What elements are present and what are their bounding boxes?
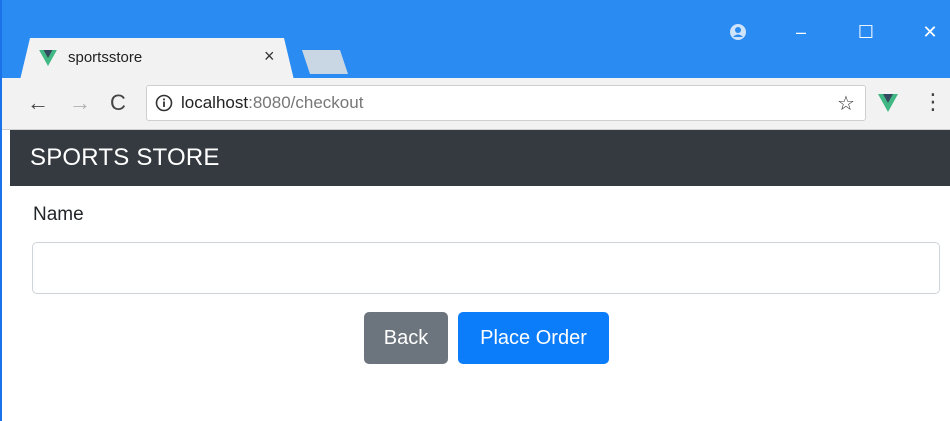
brand-title: SPORTS STORE [30,144,220,171]
back-button[interactable]: Back [364,312,448,364]
name-input[interactable] [32,242,940,294]
kebab-menu-icon[interactable]: ⋮ [922,89,944,115]
url-path: :8080/checkout [248,93,364,112]
browser-tab-sportsstore[interactable]: sportsstore × [20,38,294,80]
close-window-button[interactable]: ✕ [918,20,942,44]
url-host: localhost [181,93,249,112]
new-tab-button[interactable] [302,50,348,74]
back-arrow-icon[interactable]: ← [26,91,50,115]
profile-icon[interactable] [726,20,750,44]
vue-favicon-icon [39,50,57,66]
reload-icon[interactable]: C [106,91,130,115]
maximize-button[interactable]: ☐ [854,20,878,44]
checkout-form: Name Back Place Order [10,186,950,421]
name-label: Name [33,204,84,225]
minimize-button[interactable]: – [789,20,813,44]
vue-extension-icon[interactable] [878,94,898,112]
star-icon[interactable]: ☆ [837,91,855,116]
url-text[interactable]: localhost:8080/checkout [181,93,363,113]
info-icon[interactable] [155,94,173,112]
tab-title: sportsstore [68,49,143,66]
tab-close-icon[interactable]: × [264,46,275,67]
forward-arrow-icon[interactable]: → [68,91,92,115]
address-bar[interactable]: localhost:8080/checkout ☆ [146,85,866,121]
browser-window: sportsstore × – ☐ ✕ ← → C localhost:8080… [0,0,950,421]
title-bar: sportsstore × – ☐ ✕ [2,0,950,80]
place-order-button[interactable]: Place Order [458,312,609,364]
app-navbar: SPORTS STORE [10,130,950,186]
browser-toolbar: ← → C localhost:8080/checkout ☆ ⋮ [2,78,950,130]
